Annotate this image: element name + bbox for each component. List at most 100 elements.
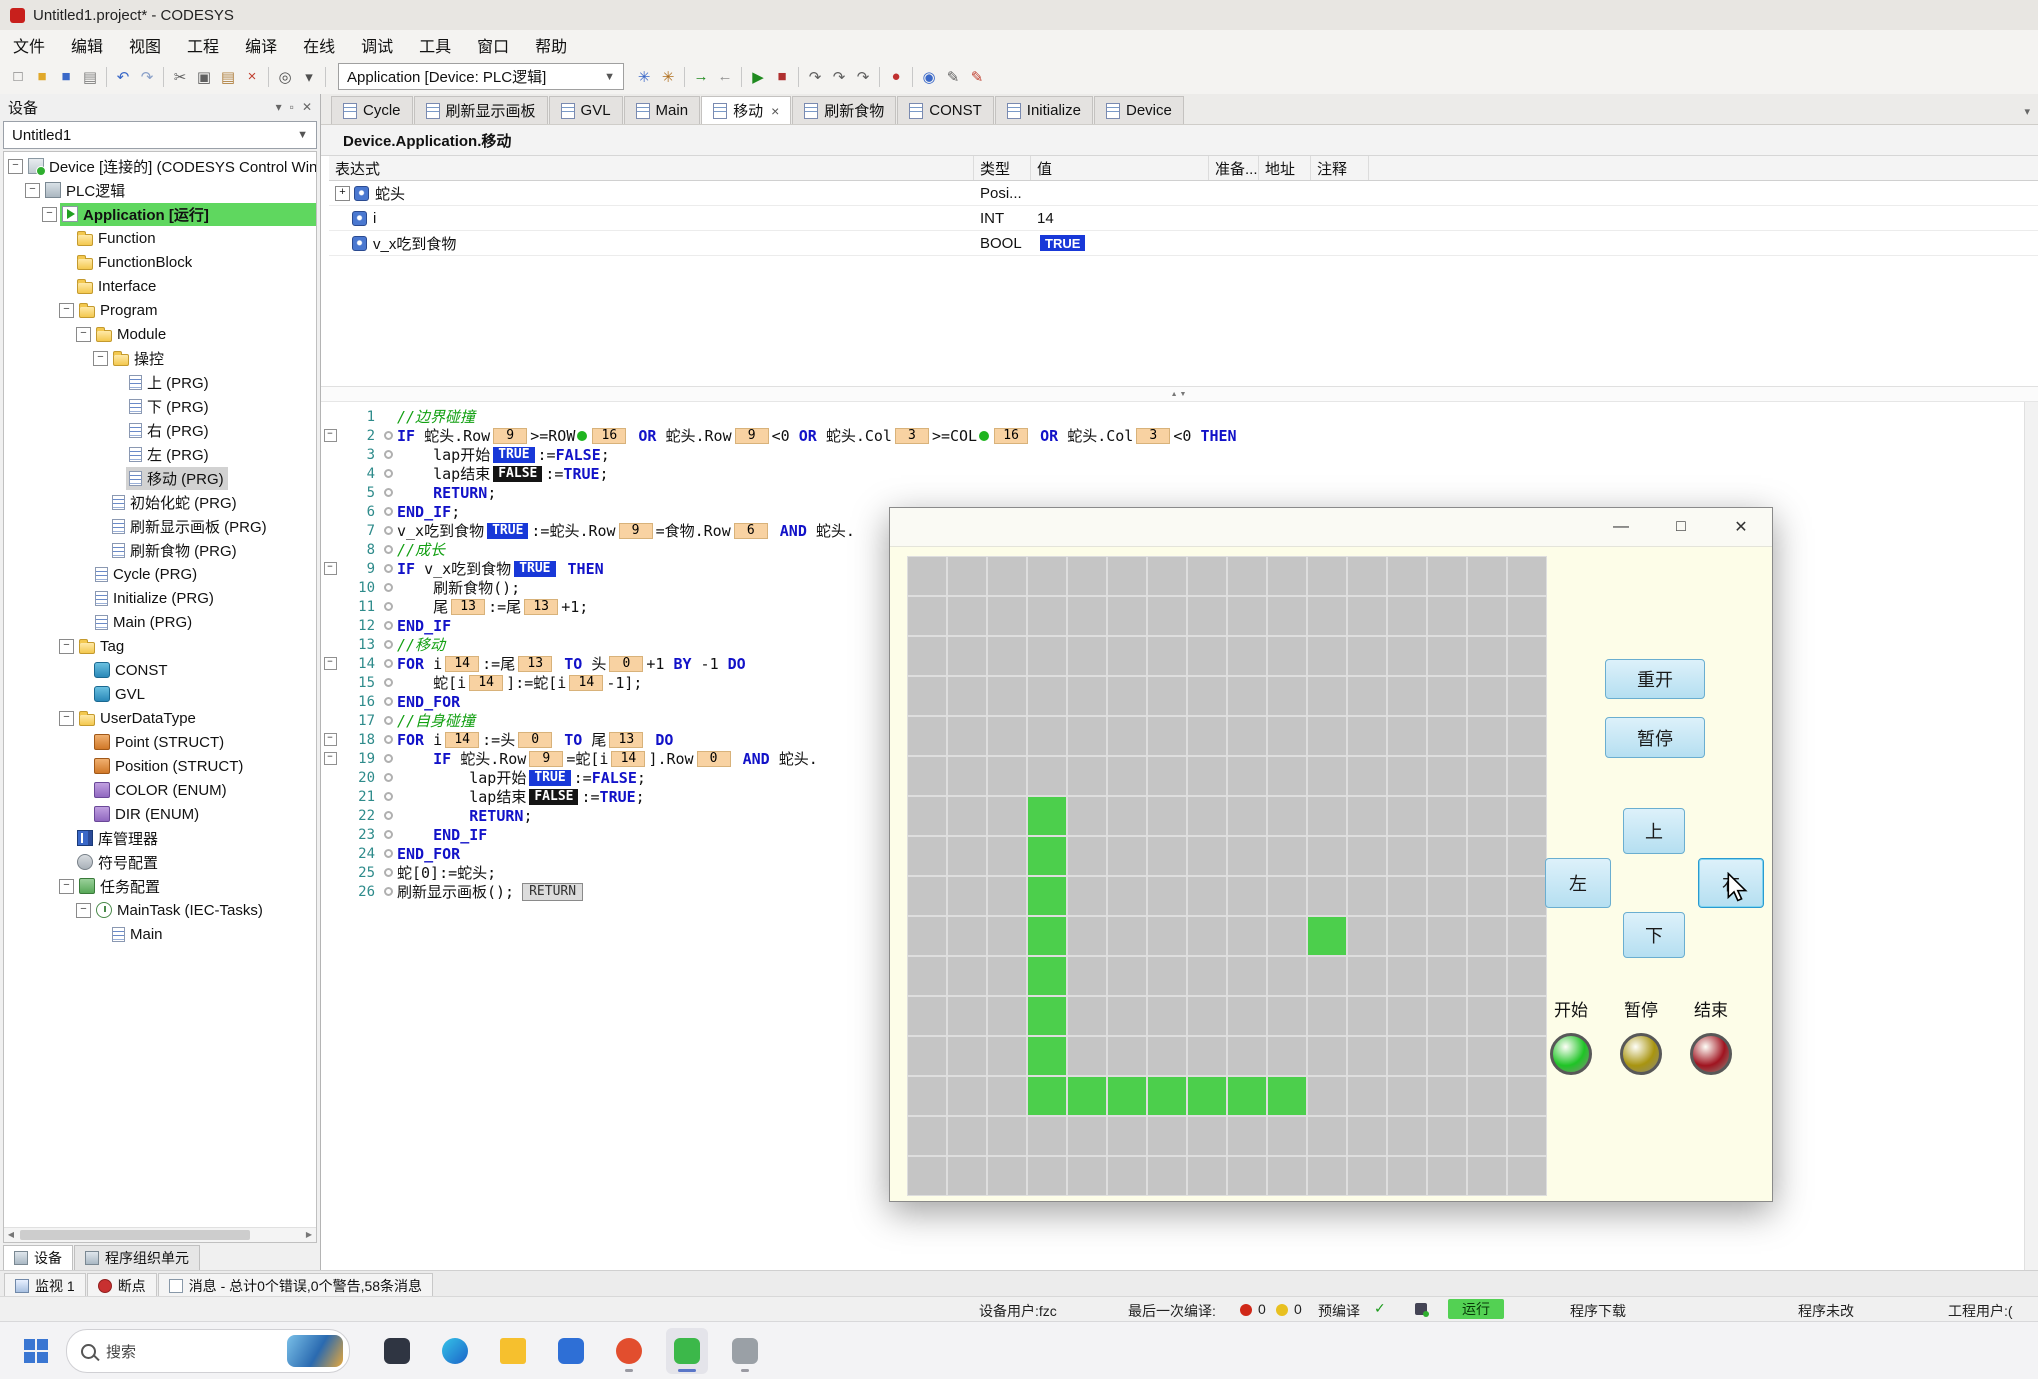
tree-item-32[interactable]: Main — [4, 922, 316, 946]
delete-icon[interactable]: × — [240, 65, 264, 89]
editor-splitter[interactable]: ▲▼ — [321, 387, 2038, 402]
breakpoint-slot[interactable] — [379, 545, 397, 554]
monitoring-icon[interactable]: ◉ — [917, 65, 941, 89]
fold-toggle[interactable]: − — [321, 429, 339, 442]
breakpoint-slot[interactable] — [379, 849, 397, 858]
tree-expander[interactable]: − — [76, 903, 91, 918]
scrollbar-thumb[interactable] — [20, 1230, 250, 1240]
print-icon[interactable]: ▤ — [78, 65, 102, 89]
breakpoint-slot[interactable] — [379, 773, 397, 782]
tree-item-0[interactable]: −Device [连接的] (CODESYS Control Win — [4, 154, 316, 178]
logout-icon[interactable]: ← — [713, 65, 737, 89]
watch-column-1[interactable]: 类型 — [974, 156, 1031, 180]
panel-tab-0[interactable]: 监视 1 — [4, 1273, 86, 1297]
paste-icon[interactable]: ▤ — [216, 65, 240, 89]
breakpoint-slot[interactable] — [379, 678, 397, 687]
breakpoint-slot[interactable] — [379, 887, 397, 896]
watch-row[interactable]: v_x吃到食物BOOLTRUE — [329, 231, 2038, 256]
green-app-icon[interactable] — [666, 1328, 708, 1374]
menu-item-1[interactable]: 编辑 — [58, 30, 116, 60]
watch-column-4[interactable]: 地址 — [1259, 156, 1311, 180]
tree-horizontal-scrollbar[interactable]: ◀ ▶ — [4, 1227, 316, 1242]
breakpoint-slot[interactable] — [379, 640, 397, 649]
tree-item-25[interactable]: Position (STRUCT) — [4, 754, 316, 778]
menu-item-2[interactable]: 视图 — [116, 30, 174, 60]
maximize-button[interactable]: □ — [1666, 514, 1696, 540]
breakpoint-slot[interactable] — [379, 583, 397, 592]
doc-tab-5[interactable]: 刷新食物 — [792, 96, 896, 124]
tree-item-14[interactable]: 初始化蛇 (PRG) — [4, 490, 316, 514]
breakpoint-slot[interactable] — [379, 450, 397, 459]
tree-expander[interactable]: − — [8, 159, 23, 174]
open-project-icon[interactable]: ■ — [30, 65, 54, 89]
gray-app-icon[interactable] — [724, 1328, 766, 1374]
tree-item-8[interactable]: −操控 — [4, 346, 316, 370]
breakpoint-slot[interactable] — [379, 431, 397, 440]
breakpoint-slot[interactable] — [379, 830, 397, 839]
start-button[interactable] — [16, 1331, 56, 1371]
tree-item-27[interactable]: DIR (ENUM) — [4, 802, 316, 826]
fold-toggle[interactable]: − — [321, 562, 339, 575]
tree-item-20[interactable]: −Tag — [4, 634, 316, 658]
up-button[interactable]: 上 — [1623, 808, 1685, 854]
watch-expander[interactable]: + — [335, 186, 350, 201]
doc-tab-2[interactable]: GVL — [549, 96, 623, 124]
edge-browser-icon[interactable] — [434, 1328, 476, 1374]
tree-item-30[interactable]: −任务配置 — [4, 874, 316, 898]
tab-close-icon[interactable]: × — [771, 103, 779, 119]
breakpoint-slot[interactable] — [379, 564, 397, 573]
doc-tab-0[interactable]: Cycle — [331, 96, 413, 124]
menu-item-6[interactable]: 调试 — [348, 30, 406, 60]
collapse-icon[interactable]: − — [324, 733, 337, 746]
copy-icon[interactable]: ▣ — [192, 65, 216, 89]
find-icon[interactable]: ◎ — [273, 65, 297, 89]
fold-toggle[interactable]: − — [321, 733, 339, 746]
collapse-icon[interactable]: − — [324, 657, 337, 670]
tree-item-16[interactable]: 刷新食物 (PRG) — [4, 538, 316, 562]
tree-item-3[interactable]: Function — [4, 226, 316, 250]
tree-item-1[interactable]: −PLC逻辑 — [4, 178, 316, 202]
menu-item-8[interactable]: 窗口 — [464, 30, 522, 60]
file-explorer-icon[interactable] — [492, 1328, 534, 1374]
breakpoint-slot[interactable] — [379, 526, 397, 535]
tree-item-11[interactable]: 右 (PRG) — [4, 418, 316, 442]
step-into-icon[interactable]: ↷ — [827, 65, 851, 89]
tree-item-9[interactable]: 上 (PRG) — [4, 370, 316, 394]
menu-item-9[interactable]: 帮助 — [522, 30, 580, 60]
dock-tab-0[interactable]: 设备 — [3, 1245, 73, 1270]
save-icon[interactable]: ■ — [54, 65, 78, 89]
menu-item-3[interactable]: 工程 — [174, 30, 232, 60]
tree-item-23[interactable]: −UserDataType — [4, 706, 316, 730]
doc-tab-1[interactable]: 刷新显示画板 — [414, 96, 548, 124]
tab-overflow-icon[interactable]: ▾ — [2024, 105, 2030, 118]
undo-icon[interactable]: ↶ — [111, 65, 135, 89]
taskbar-search[interactable]: 搜索 — [66, 1329, 350, 1373]
pause-button[interactable]: 暂停 — [1605, 717, 1705, 758]
dark-app-icon[interactable] — [376, 1328, 418, 1374]
start-icon[interactable]: ▶ — [746, 65, 770, 89]
tree-item-17[interactable]: Cycle (PRG) — [4, 562, 316, 586]
breakpoint-slot[interactable] — [379, 621, 397, 630]
tree-item-24[interactable]: Point (STRUCT) — [4, 730, 316, 754]
tree-item-26[interactable]: COLOR (ENUM) — [4, 778, 316, 802]
tree-expander[interactable]: − — [59, 303, 74, 318]
pin-icon[interactable]: ▫ — [290, 100, 294, 114]
compile-icon[interactable]: ✳ — [632, 65, 656, 89]
breakpoint-slot[interactable] — [379, 868, 397, 877]
tree-item-6[interactable]: −Program — [4, 298, 316, 322]
breakpoint-slot[interactable] — [379, 792, 397, 801]
watch-value[interactable]: 14 — [1031, 206, 1209, 230]
menu-item-7[interactable]: 工具 — [406, 30, 464, 60]
generate-code-icon[interactable]: ✳ — [656, 65, 680, 89]
menu-item-4[interactable]: 编译 — [232, 30, 290, 60]
doc-tab-4[interactable]: 移动× — [701, 96, 791, 124]
panel-tab-1[interactable]: 断点 — [87, 1273, 157, 1297]
tree-expander[interactable]: − — [42, 207, 57, 222]
collapse-icon[interactable]: − — [324, 429, 337, 442]
minimize-button[interactable]: — — [1606, 514, 1636, 540]
tree-item-4[interactable]: FunctionBlock — [4, 250, 316, 274]
find-options-icon[interactable]: ▾ — [297, 65, 321, 89]
watch-column-0[interactable]: 表达式 — [329, 156, 974, 180]
active-application-combo[interactable]: Application [Device: PLC逻辑] ▼ — [338, 63, 624, 90]
tree-item-12[interactable]: 左 (PRG) — [4, 442, 316, 466]
